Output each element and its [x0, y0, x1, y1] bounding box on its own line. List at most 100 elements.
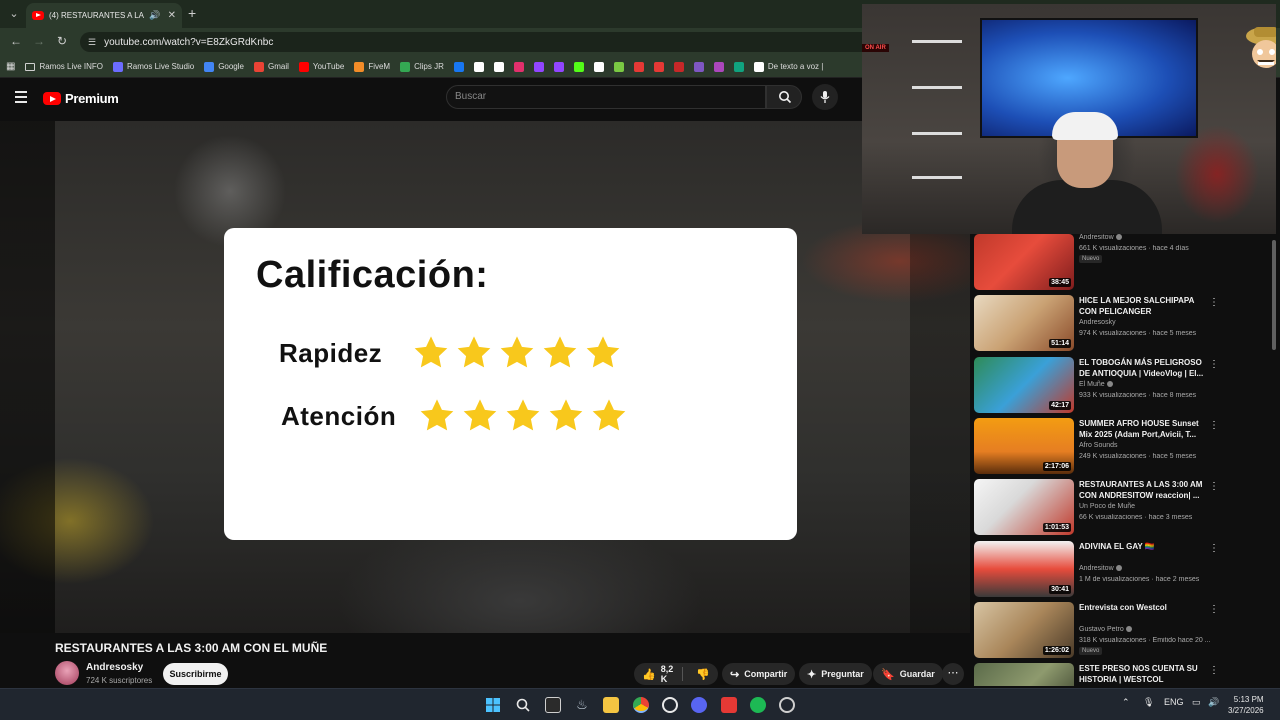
bookmark-item[interactable]	[693, 61, 704, 72]
bookmark-item[interactable]: Gmail	[253, 61, 289, 72]
sidebar-scrollbar[interactable]	[1272, 240, 1276, 350]
video-thumbnail[interactable]: 1:01:53	[974, 479, 1074, 536]
video-thumbnail[interactable]: 1:26:02	[974, 601, 1074, 658]
video-player[interactable]: Calificación: Rapidez Atención	[0, 121, 970, 633]
site-info-icon[interactable]: ☰	[88, 37, 96, 48]
like-button[interactable]: 👍 8,2 K 👎	[634, 663, 718, 685]
bookmark-item[interactable]	[613, 61, 624, 72]
recommendation-channel[interactable]: Afro Sounds	[1079, 442, 1118, 449]
capcut-icon[interactable]	[721, 697, 737, 713]
new-tab-icon[interactable]: +	[188, 5, 196, 21]
video-thumbnail[interactable]: 30:41	[974, 540, 1074, 597]
recommendation-title[interactable]: Entrevista con Westcol	[1079, 602, 1205, 613]
video-thumbnail[interactable]	[974, 663, 1074, 686]
search-icon[interactable]	[515, 697, 531, 713]
bookmark-item[interactable]	[713, 61, 724, 72]
chatgpt-icon[interactable]	[662, 697, 678, 713]
more-options-icon[interactable]: ⋮	[1209, 665, 1219, 676]
bookmark-item[interactable]	[473, 61, 484, 72]
save-button[interactable]: 🔖 Guardar	[873, 663, 943, 685]
recommendation-item[interactable]: ESTE PRESO NOS CUENTA SU HISTORIA | WEST…	[974, 663, 1264, 686]
network-icon[interactable]: ▭	[1192, 697, 1201, 708]
bookmark-item[interactable]	[453, 61, 464, 72]
system-clock[interactable]: 5:13 PM 3/27/2026	[1228, 694, 1264, 716]
bookmark-item[interactable]	[633, 61, 644, 72]
volume-icon[interactable]: 🔊	[1208, 697, 1219, 708]
bookmark-item[interactable]: De texto a voz |	[753, 61, 823, 72]
recommendation-item[interactable]: 1:26:02 Entrevista con Westcol Gustavo Pet…	[974, 601, 1264, 658]
recommendation-channel[interactable]: Un Poco de Muñe	[1079, 503, 1135, 510]
channel-avatar[interactable]	[55, 661, 79, 685]
bookmark-item[interactable]: YouTube	[298, 61, 344, 72]
browser-tab-active[interactable]: (4) RESTAURANTES A LAS 3 🔊 ✕	[26, 3, 182, 28]
recommendation-channel[interactable]: El Muñe	[1079, 381, 1113, 388]
more-options-icon[interactable]: ⋮	[1209, 359, 1219, 370]
more-options-icon[interactable]: ⋮	[1209, 543, 1219, 554]
share-button[interactable]: ↪ Compartir	[722, 663, 796, 685]
recommendation-item[interactable]: 1:01:53 RESTAURANTES A LAS 3:00 AM CON AN…	[974, 479, 1264, 536]
chrome-icon[interactable]	[633, 697, 649, 713]
language-indicator[interactable]: ENG	[1164, 697, 1184, 707]
reload-icon[interactable]: ↻	[57, 34, 67, 48]
recommendation-title[interactable]: HICE LA MEJOR SALCHIPAPA CON PELICANGER	[1079, 295, 1205, 317]
more-options-icon[interactable]: ⋮	[1209, 297, 1219, 308]
more-options-icon[interactable]: ⋮	[1209, 420, 1219, 431]
voice-search-button[interactable]	[812, 84, 838, 110]
steam-icon[interactable]: ♨	[574, 697, 590, 713]
bookmark-item[interactable]	[553, 61, 564, 72]
recommendation-channel[interactable]: Andresitow	[1079, 234, 1122, 241]
forward-icon[interactable]: →	[33, 34, 45, 48]
thumbs-down-icon[interactable]: 👎	[688, 668, 718, 681]
more-options-icon[interactable]: ⋮	[1209, 604, 1219, 615]
subscribe-button[interactable]: Suscribirme	[163, 663, 228, 685]
video-thumbnail[interactable]: 42:17	[974, 356, 1074, 413]
recommendation-item[interactable]: 30:41 ADIVINA EL GAY 🏳️‍🌈 Andresitow 1 M de…	[974, 540, 1264, 597]
task-view-icon[interactable]	[545, 697, 561, 713]
apps-icon[interactable]: ▦	[6, 61, 15, 72]
tray-chevron-icon[interactable]: ⌃	[1122, 697, 1130, 708]
youtube-logo[interactable]: Premium	[43, 91, 119, 106]
search-input[interactable]: Buscar	[446, 85, 766, 109]
tab-search-icon[interactable]: ⌄	[5, 5, 23, 23]
microphone-tray-icon[interactable]: 🎙	[1143, 697, 1154, 708]
tab-audio-icon[interactable]: 🔊	[149, 10, 160, 21]
search-button[interactable]	[766, 85, 802, 109]
bookmark-item[interactable]	[513, 61, 524, 72]
recommendation-item[interactable]: 2:17:06 SUMMER AFRO HOUSE Sunset Mix 2025…	[974, 417, 1264, 474]
obs-icon[interactable]	[779, 697, 795, 713]
recommendation-channel[interactable]: Andresosky	[1079, 319, 1116, 326]
recommendation-title[interactable]: EL TOBOGÁN MÁS PELIGROSO DE ANTIOQUIA | …	[1079, 357, 1205, 379]
bookmark-item[interactable]: Ramos Live INFO	[25, 62, 103, 71]
bookmark-item[interactable]: Ramos Live Studio	[113, 61, 194, 72]
tab-close-icon[interactable]: ✕	[168, 10, 176, 21]
video-thumbnail[interactable]: 51:14	[974, 295, 1074, 352]
bookmark-item[interactable]: Google	[204, 61, 244, 72]
recommendation-channel[interactable]: Andresitow	[1079, 565, 1122, 572]
more-actions-icon[interactable]: ⋯	[942, 663, 964, 685]
recommendation-item[interactable]: 42:17 EL TOBOGÁN MÁS PELIGROSO DE ANTIOQU…	[974, 356, 1264, 413]
more-options-icon[interactable]: ⋮	[1209, 481, 1219, 492]
video-thumbnail[interactable]: 38:45	[974, 234, 1074, 290]
discord-icon[interactable]	[691, 697, 707, 713]
recommendation-title[interactable]: ESTE PRESO NOS CUENTA SU HISTORIA | WEST…	[1079, 663, 1205, 685]
channel-name[interactable]: Andresosky	[86, 662, 143, 673]
bookmark-item[interactable]	[733, 61, 744, 72]
file-explorer-icon[interactable]	[603, 697, 619, 713]
recommendation-channel[interactable]: Gustavo Petro	[1079, 626, 1132, 633]
address-bar[interactable]: ☰ youtube.com/watch?v=E8ZkGRdKnbc	[80, 32, 880, 52]
back-icon[interactable]: ←	[10, 34, 22, 48]
bookmark-item[interactable]: FiveM	[354, 61, 390, 72]
ask-button[interactable]: ✦ Preguntar	[799, 663, 872, 685]
bookmark-item[interactable]	[673, 61, 684, 72]
bookmark-item[interactable]	[573, 61, 584, 72]
bookmark-item[interactable]	[493, 61, 504, 72]
bookmark-item[interactable]	[593, 61, 604, 72]
recommendation-item[interactable]: 51:14 HICE LA MEJOR SALCHIPAPA CON PELICA…	[974, 295, 1264, 352]
windows-start-icon[interactable]	[485, 697, 501, 713]
bookmark-item[interactable]: Clips JR	[400, 61, 444, 72]
recommendation-title[interactable]: ADIVINA EL GAY 🏳️‍🌈	[1079, 541, 1205, 552]
spotify-icon[interactable]	[750, 697, 766, 713]
recommendation-item[interactable]: 38:45 Andresitow 661 K visualizaciones · h…	[974, 234, 1264, 290]
bookmark-item[interactable]	[533, 61, 544, 72]
video-thumbnail[interactable]: 2:17:06	[974, 417, 1074, 474]
